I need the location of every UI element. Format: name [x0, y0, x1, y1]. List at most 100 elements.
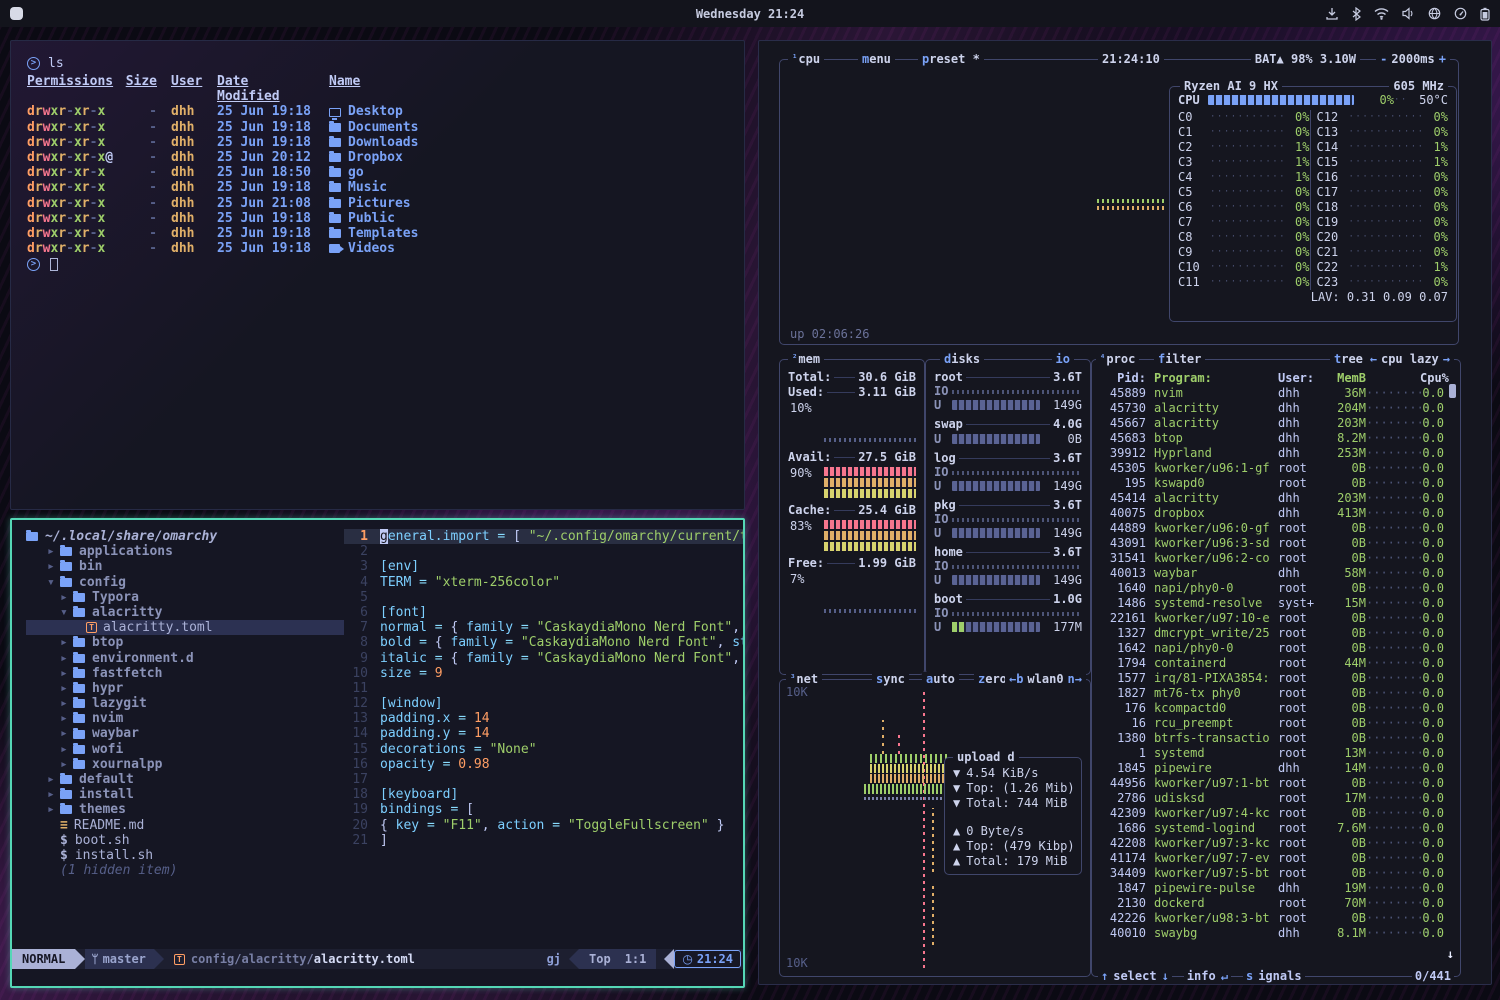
code-line[interactable]: 17 — [344, 772, 743, 787]
code-line[interactable]: 12[window] — [344, 696, 743, 711]
globe-icon[interactable] — [1428, 7, 1441, 20]
process-row[interactable]: 1systemdroot13M·········0.0 — [1098, 746, 1456, 761]
tree-item-themes[interactable]: ▸themes — [26, 802, 344, 817]
tree-item-install.sh[interactable]: $install.sh — [26, 848, 344, 863]
file-name[interactable]: Public — [313, 211, 395, 226]
process-row[interactable]: 2130dockerdroot70M·········0.0 — [1098, 896, 1456, 911]
process-row[interactable]: 41174kworker/u97:7-evroot0B·········0.0 — [1098, 851, 1456, 866]
signals-button[interactable]: signals — [1243, 969, 1305, 984]
process-row[interactable]: 1847pipewire-pulsedhh19M·········0.0 — [1098, 881, 1456, 896]
code-line[interactable]: 13padding.x = 14 — [344, 711, 743, 726]
code-line[interactable]: 21] — [344, 833, 743, 848]
tree-item-applications[interactable]: ▸applications — [26, 544, 344, 559]
tree-item-config[interactable]: ▾config — [26, 575, 344, 590]
shell-prompt-empty[interactable]: > — [27, 256, 728, 273]
process-row[interactable]: 44956kworker/u97:1-btroot0B·········0.0 — [1098, 776, 1456, 791]
tree-item-default[interactable]: ▸default — [26, 772, 344, 787]
process-row[interactable]: 176kcompactd0root0B·········0.0 — [1098, 701, 1456, 716]
process-row[interactable]: 45305kworker/u96:1-gfroot0B·········0.0 — [1098, 461, 1456, 476]
process-row[interactable]: 1577irq/81-PIXA3854:root0B·········0.0 — [1098, 671, 1456, 686]
process-row[interactable]: 16rcu_preemptroot0B·········0.0 — [1098, 716, 1456, 731]
tree-item-xournalpp[interactable]: ▸xournalpp — [26, 757, 344, 772]
process-row[interactable]: 42226kworker/u98:3-btroot0B·········0.0 — [1098, 911, 1456, 926]
code-line[interactable]: 16opacity = 0.98 — [344, 757, 743, 772]
update-icon[interactable] — [1325, 7, 1339, 21]
process-scrollbar[interactable] — [1449, 384, 1456, 398]
file-name[interactable]: Documents — [313, 120, 418, 135]
process-row[interactable]: 42309kworker/u97:4-kcroot0B·········0.0 — [1098, 806, 1456, 821]
battery-icon[interactable] — [1480, 7, 1490, 21]
tree-item-alacritty[interactable]: ▾alacritty — [26, 605, 344, 620]
file-name[interactable]: Templates — [313, 226, 418, 241]
code-line[interactable]: 18[keyboard] — [344, 787, 743, 802]
tree-item-nvim[interactable]: ▸nvim — [26, 711, 344, 726]
code-line[interactable]: 8bold = { family = "CaskaydiaMono Nerd F… — [344, 635, 743, 650]
code-editor[interactable]: 1general.import = [ "~/.config/omarchy/c… — [344, 529, 743, 949]
process-row[interactable]: 43091kworker/u96:3-sdroot0B·········0.0 — [1098, 536, 1456, 551]
code-line[interactable]: 14padding.y = 14 — [344, 726, 743, 741]
code-line[interactable]: 2 — [344, 544, 743, 559]
process-row[interactable]: 45889nvimdhh36M·········0.0 — [1098, 386, 1456, 401]
tree-item-environment.d[interactable]: ▸environment.d — [26, 651, 344, 666]
process-row[interactable]: 45414alacrittydhh203M·········0.0 — [1098, 491, 1456, 506]
tree-item-btop[interactable]: ▸btop — [26, 635, 344, 650]
process-row[interactable]: 40013waybardhh58M·········0.0 — [1098, 566, 1456, 581]
tree-item-alacritty.toml[interactable]: Talacritty.toml — [26, 620, 344, 635]
omarchy-logo-icon[interactable] — [10, 7, 23, 20]
command-line[interactable] — [12, 969, 743, 986]
process-row[interactable]: 40075dropboxdhh413M·········0.0 — [1098, 506, 1456, 521]
code-line[interactable]: 6[font] — [344, 605, 743, 620]
process-row[interactable]: 2786udisksdroot17M·········0.0 — [1098, 791, 1456, 806]
code-line[interactable]: 1general.import = [ "~/.config/omarchy/c… — [344, 529, 743, 544]
file-name[interactable]: go — [313, 165, 364, 180]
interface-switcher[interactable]: ←bwlan0n→ — [1005, 672, 1086, 687]
process-row[interactable]: 39912Hyprlanddhh253M·········0.0 — [1098, 446, 1456, 461]
git-branch[interactable]: ᛘ master — [85, 949, 154, 969]
process-row[interactable]: 45683btopdhh8.2M·········0.0 — [1098, 431, 1456, 446]
code-line[interactable]: 19bindings = [ — [344, 802, 743, 817]
code-line[interactable]: 20{ key = "F11", action = "ToggleFullscr… — [344, 818, 743, 833]
code-line[interactable]: 3[env] — [344, 559, 743, 574]
proc-box-title[interactable]: ⁴proc — [1096, 352, 1139, 367]
process-row[interactable]: 1380btrfs-transactioroot0B·········0.0 — [1098, 731, 1456, 746]
process-row[interactable]: 40010swaybgdhh8.1M·········0.0 — [1098, 926, 1456, 941]
code-line[interactable]: 11 — [344, 681, 743, 696]
scroll-down-indicator[interactable]: ↓ — [1447, 947, 1454, 962]
code-line[interactable]: 10size = 9 — [344, 666, 743, 681]
process-row[interactable]: 195kswapd0root0B·········0.0 — [1098, 476, 1456, 491]
volume-icon[interactable] — [1402, 7, 1415, 20]
code-line[interactable]: 5 — [344, 590, 743, 605]
tree-item-bin[interactable]: ▸bin — [26, 559, 344, 574]
process-row[interactable]: 22161kworker/u97:10-eroot0B·········0.0 — [1098, 611, 1456, 626]
process-row[interactable]: 1686systemd-logindroot7.6M·········0.0 — [1098, 821, 1456, 836]
tree-item-waybar[interactable]: ▸waybar — [26, 726, 344, 741]
process-row[interactable]: 42208kworker/u97:3-kcroot0B·········0.0 — [1098, 836, 1456, 851]
tree-toggle[interactable]: tree — [1330, 352, 1367, 367]
preset-button[interactable]: preset * — [918, 52, 984, 67]
process-row[interactable]: 1327dmcrypt_write/25root0B·········0.0 — [1098, 626, 1456, 641]
process-row[interactable]: 34409kworker/u97:5-btroot0B·········0.0 — [1098, 866, 1456, 881]
tree-item-lazygit[interactable]: ▸lazygit — [26, 696, 344, 711]
sort-column-nav[interactable]: ←cpu lazy→ — [1366, 352, 1454, 367]
process-row[interactable]: 1794containerdroot44M·········0.0 — [1098, 656, 1456, 671]
tree-item-fastfetch[interactable]: ▸fastfetch — [26, 666, 344, 681]
disks-box-title[interactable]: disks — [940, 352, 984, 367]
process-column-headers[interactable]: Pid: Program: User: MemB Cpu% — [1098, 370, 1456, 386]
process-row[interactable]: 1827mt76-tx phy0root0B·········0.0 — [1098, 686, 1456, 701]
btop-window[interactable]: ¹cpu menu preset * 21:24:10 BAT▲ 98% 3.1… — [758, 40, 1492, 985]
process-row[interactable]: 31541kworker/u96:2-coroot0B·········0.0 — [1098, 551, 1456, 566]
process-row[interactable]: 1845pipewiredhh14M·········0.0 — [1098, 761, 1456, 776]
wifi-icon[interactable] — [1374, 7, 1389, 20]
mem-box-title[interactable]: ²mem — [788, 352, 824, 367]
io-toggle[interactable]: io — [1052, 352, 1074, 367]
file-name[interactable]: Music — [313, 180, 387, 195]
file-name[interactable]: Desktop — [313, 104, 403, 119]
process-row[interactable]: 45730alacrittydhh204M·········0.0 — [1098, 401, 1456, 416]
file-name[interactable]: Pictures — [313, 196, 411, 211]
code-line[interactable]: 7normal = { family = "CaskaydiaMono Nerd… — [344, 620, 743, 635]
menu-button[interactable]: menu — [858, 52, 895, 67]
code-line[interactable]: 9italic = { family = "CaskaydiaMono Nerd… — [344, 651, 743, 666]
file-name[interactable]: Dropbox — [313, 150, 403, 165]
select-buttons[interactable]: ↑select↓ — [1098, 969, 1172, 984]
code-line[interactable]: 4TERM = "xterm-256color" — [344, 575, 743, 590]
